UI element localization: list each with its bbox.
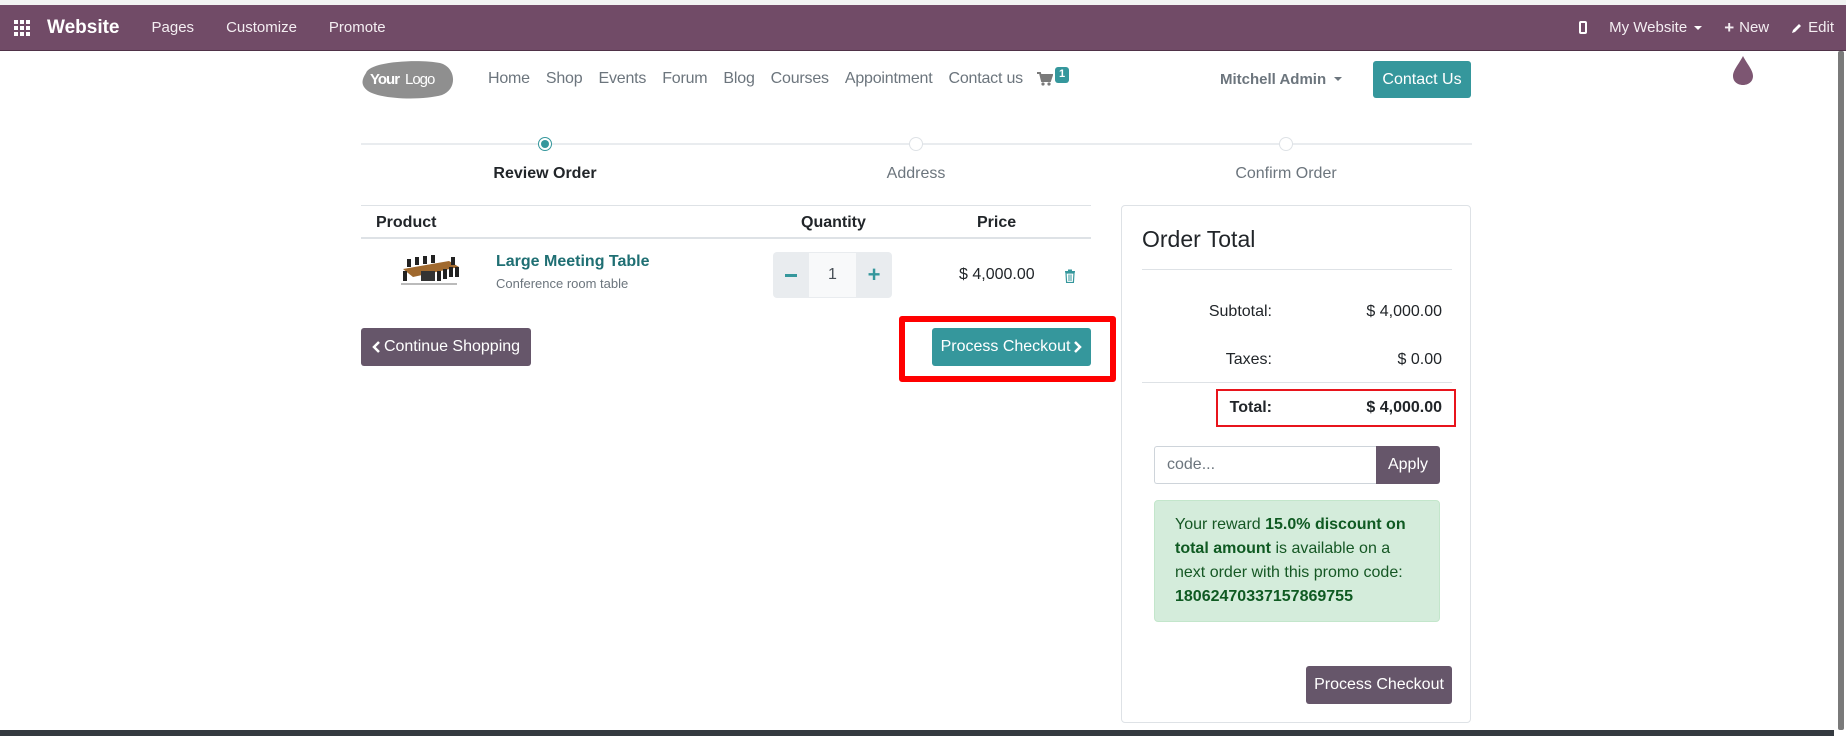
apps-grid-icon: [14, 19, 30, 36]
checkout-progress-wizard: Review Order Address Confirm Order: [361, 137, 1472, 187]
reward-promo-code: 18062470337157869755: [1175, 588, 1353, 605]
process-checkout-button[interactable]: Process Checkout: [932, 328, 1091, 366]
decrease-quantity-button[interactable]: [773, 252, 809, 298]
nav-shop[interactable]: Shop: [546, 70, 583, 88]
product-image[interactable]: [397, 253, 463, 289]
site-logo[interactable]: Your Logo: [360, 59, 456, 99]
chevron-right-icon: [1074, 341, 1083, 353]
menu-pages[interactable]: Pages: [152, 19, 195, 36]
wizard-step-address[interactable]: Address: [816, 137, 1016, 183]
editor-drop-handle-icon: [1733, 56, 1753, 85]
nav-forum[interactable]: Forum: [662, 70, 707, 88]
trash-icon[interactable]: [1064, 269, 1076, 283]
nav-home[interactable]: Home: [488, 70, 530, 88]
page-scrollbar[interactable]: [1834, 51, 1846, 730]
nav-events[interactable]: Events: [598, 70, 646, 88]
step-label: Review Order: [493, 165, 597, 182]
svg-text:Logo: Logo: [405, 71, 435, 88]
quantity-stepper: +: [773, 252, 892, 298]
step-dot-icon: [909, 137, 923, 151]
promo-code-input[interactable]: [1154, 446, 1376, 484]
checkout-main: Review Order Address Confirm Order Produ…: [0, 107, 1834, 730]
chevron-left-icon: [372, 341, 380, 353]
mobile-phone-icon: [1579, 21, 1588, 34]
user-name: Mitchell Admin: [1220, 70, 1327, 88]
footer-bar: [0, 730, 1834, 736]
reward-text: Your reward: [1175, 516, 1266, 533]
increase-quantity-button[interactable]: +: [856, 252, 892, 298]
product-description: Conference room table: [496, 276, 629, 291]
line-price: $ 4,000.00: [959, 266, 1035, 283]
divider: [1142, 269, 1452, 270]
new-content-button[interactable]: + New: [1724, 18, 1769, 38]
site-header: Your Logo Home Shop Events Forum Blog Co…: [0, 51, 1834, 107]
apps-menu-button[interactable]: [0, 5, 44, 51]
plus-icon: +: [1724, 17, 1735, 37]
plus-icon: +: [867, 262, 881, 287]
menu-customize[interactable]: Customize: [226, 19, 297, 36]
apply-promo-button[interactable]: Apply: [1376, 446, 1440, 484]
user-menu[interactable]: Mitchell Admin: [1220, 51, 1343, 107]
caret-down-icon: [1334, 77, 1343, 81]
menu-promote[interactable]: Promote: [329, 19, 386, 36]
promo-code-form: Apply: [1154, 446, 1440, 484]
continue-shopping-button[interactable]: Continue Shopping: [361, 328, 531, 366]
nav-appointment[interactable]: Appointment: [845, 70, 933, 88]
step-label: Address: [886, 165, 946, 182]
minus-icon: [785, 273, 797, 277]
app-brand[interactable]: Website: [47, 17, 120, 39]
total-label: Total:: [1229, 399, 1272, 416]
continue-shopping-label: Continue Shopping: [383, 338, 521, 355]
cart-table-header: Product Quantity Price: [361, 205, 1091, 239]
cart-count-badge: 1: [1055, 67, 1070, 83]
contact-us-button[interactable]: Contact Us: [1373, 61, 1471, 98]
cart-table: Product Quantity Price Large Meeting Tab…: [361, 205, 1091, 311]
product-name-link[interactable]: Large Meeting Table: [496, 253, 650, 271]
column-price: Price: [977, 214, 1017, 231]
total-value: $ 4,000.00: [1366, 399, 1442, 416]
nav-courses[interactable]: Courses: [771, 70, 829, 88]
order-total-title: Order Total: [1142, 226, 1256, 252]
process-checkout-label: Process Checkout: [940, 338, 1071, 355]
edit-label: Edit: [1808, 19, 1834, 36]
edit-button[interactable]: Edit: [1791, 19, 1834, 36]
divider: [1142, 382, 1452, 383]
column-quantity: Quantity: [801, 214, 866, 231]
svg-text:Your: Your: [370, 71, 400, 88]
taxes-label: Taxes:: [1225, 351, 1272, 368]
cart-link[interactable]: 1: [1037, 65, 1070, 87]
step-dot-icon: [1279, 137, 1293, 151]
cart-line: Large Meeting Table Conference room tabl…: [361, 239, 1091, 311]
pencil-icon: [1792, 23, 1802, 33]
wizard-step-confirm-order[interactable]: Confirm Order: [1186, 137, 1386, 183]
caret-down-icon: [1694, 25, 1703, 30]
website-switcher-label: My Website: [1609, 19, 1688, 36]
shopping-cart-icon: [1037, 72, 1053, 86]
subtotal-value: $ 4,000.00: [1366, 303, 1442, 320]
order-total-card: Order Total Subtotal: $ 4,000.00 Taxes: …: [1121, 205, 1471, 723]
mobile-preview-button[interactable]: [1579, 21, 1588, 34]
quantity-input[interactable]: [809, 253, 856, 297]
scrollbar-thumb[interactable]: [1838, 51, 1844, 730]
step-label: Confirm Order: [1235, 165, 1337, 182]
step-dot-active-icon: [538, 137, 552, 151]
wizard-step-review-order[interactable]: Review Order: [445, 137, 645, 183]
taxes-value: $ 0.00: [1397, 351, 1442, 368]
navbar-right: My Website + New Edit: [1568, 5, 1846, 51]
website-editor-navbar: Website Pages Customize Promote My Websi…: [0, 5, 1846, 51]
column-product: Product: [376, 214, 437, 231]
website-switcher[interactable]: My Website: [1609, 19, 1703, 36]
site-navigation: Home Shop Events Forum Blog Courses Appo…: [480, 51, 1031, 107]
subtotal-label: Subtotal:: [1208, 303, 1272, 320]
nav-contact-us[interactable]: Contact us: [948, 70, 1023, 88]
nav-blog[interactable]: Blog: [723, 70, 754, 88]
reward-alert: Your reward 15.0% discount on total amou…: [1154, 500, 1440, 622]
new-label: New: [1739, 19, 1770, 36]
summary-process-checkout-button[interactable]: Process Checkout: [1306, 666, 1452, 704]
